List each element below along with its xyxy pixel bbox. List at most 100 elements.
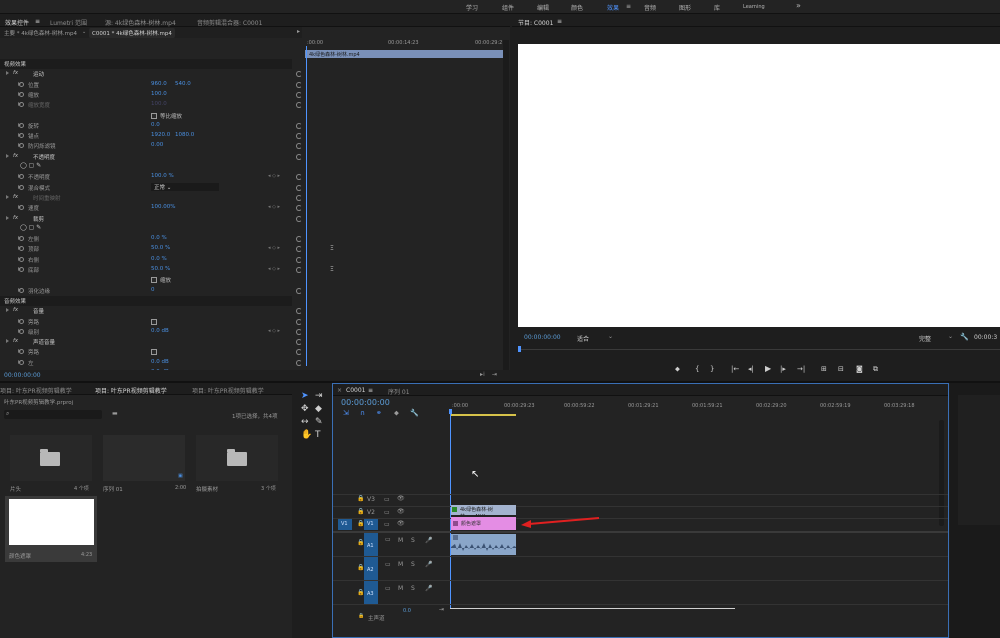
mark-in-icon[interactable]: { [695,365,699,373]
stopwatch-icon[interactable] [19,349,24,355]
reset-icon[interactable] [296,143,302,150]
eye-icon[interactable]: 👁 [397,520,405,527]
workspace-assembly[interactable]: 组件 [502,3,514,12]
snap-icon[interactable]: ∩ [360,409,365,417]
audio-clip[interactable] [451,534,516,555]
mask-tools-icon[interactable]: ◯ ▢ ✎ [20,224,41,231]
ec-property-row[interactable]: 顶部 50.0 % ◂ ◇ ▸ [0,244,302,254]
solo-button[interactable]: S [411,561,415,568]
new-bin-icon[interactable]: ▬ [112,410,118,417]
razor-tool-icon[interactable]: ◆ [315,404,322,414]
fx-toggle-icon[interactable]: fx [13,153,18,159]
track-target-audio[interactable]: A1 A2 A3 [364,533,378,604]
keyframe-nav-icon[interactable]: ◂ ◇ ▸ [268,328,280,334]
tab-project-3[interactable]: 项目: 叶东PR视频剪辑教学 [192,386,264,395]
ec-playhead[interactable] [306,46,307,366]
workspace-graphics[interactable]: 图形 [679,3,691,12]
ec-property-row[interactable]: fx 声道音量 [0,337,302,347]
reset-icon[interactable] [296,133,302,140]
track-target-v1[interactable]: V1 [364,519,378,530]
stopwatch-icon[interactable] [19,91,24,97]
reset-icon[interactable] [296,349,302,356]
ec-section-header[interactable]: 音频效果 [0,295,292,307]
bin-thumbnail-3[interactable] [196,435,278,481]
go-to-in-icon[interactable]: |← [731,365,739,373]
workspace-effects[interactable]: 效果 [607,3,619,12]
playhead-handle[interactable] [449,409,452,414]
tab-project-2[interactable]: 项目: 叶东PR视频剪辑教学 [95,386,167,395]
reset-icon[interactable] [296,91,302,98]
keyframe-nav-icon[interactable]: ◂ ◇ ▸ [268,204,280,210]
reset-icon[interactable] [296,205,302,212]
lock-icon[interactable]: 🔒 [357,589,364,596]
voice-over-icon[interactable]: 🎤 [425,585,432,592]
timeline-scrollbar[interactable] [939,420,944,526]
step-back-icon[interactable]: ◂| [748,365,754,373]
ec-property-value[interactable]: 0 [151,287,155,293]
fx-toggle-icon[interactable]: fx [13,70,18,76]
ec-property-value[interactable]: 0.0 [151,122,160,128]
ec-property-row[interactable]: 旋转 0.0 [0,121,302,131]
add-marker-icon[interactable]: ⬥ [394,409,399,418]
panel-menu-icon[interactable]: ≡ [35,18,40,25]
ec-export-icon[interactable]: ⇥ [492,371,497,378]
tab-audio-mixer[interactable]: 音频剪辑混合器: C0001 [197,18,262,27]
reset-icon[interactable] [296,359,302,366]
track-label-v3[interactable]: V3 [367,496,375,503]
slip-tool-icon[interactable]: ↔ [301,417,309,427]
chevron-down-icon[interactable]: ⌄ [82,29,86,35]
reset-icon[interactable] [296,81,302,88]
workspace-color[interactable]: 颜色 [571,3,583,12]
ec-property-value[interactable]: 0.0 dB [151,328,169,334]
lock-icon[interactable]: 🔒 [357,495,364,502]
ec-property-row[interactable]: 锚点 1920.0 1080.0 [0,131,302,141]
nest-icon[interactable]: ⇲ [343,409,349,417]
chevron-right-icon[interactable] [6,194,9,199]
ec-property-value[interactable]: 0.00 [151,142,163,148]
stopwatch-icon[interactable] [19,236,24,242]
hand-tool-icon[interactable]: ✋ [301,430,312,440]
work-area-bar[interactable] [450,414,516,416]
lock-icon[interactable]: 🔒 [357,539,364,546]
play-only-clip-icon[interactable]: ▸ [297,28,300,35]
project-search-input[interactable]: ⌕ [4,410,102,419]
reset-icon[interactable] [296,153,302,160]
lock-icon[interactable]: 🔒 [358,613,364,619]
ec-property-row[interactable]: 左侧 0.0 % [0,234,302,244]
source-patch-v1[interactable]: V1 [338,519,352,530]
fx-toggle-icon[interactable]: fx [13,215,18,221]
ec-property-value[interactable]: 50.0 % [151,245,170,251]
ec-property-row[interactable]: fx 音量 [0,306,302,316]
ec-property-value[interactable]: 1920.0 [151,132,170,138]
ec-property-value[interactable]: 100.0 % [151,173,174,179]
comparison-view-icon[interactable]: ⧉ [873,365,878,374]
workspace-more-icon[interactable]: » [796,1,801,10]
reset-icon[interactable] [296,339,302,346]
sync-lock-icon[interactable]: ▭ [385,561,391,568]
go-to-out-icon[interactable]: →| [797,365,805,373]
master-volume[interactable]: 0.0 [403,608,411,614]
workspace-menu-icon[interactable]: ≡ [626,3,631,10]
reset-icon[interactable] [296,184,302,191]
lock-icon[interactable]: 🔒 [357,564,364,571]
ec-section-header[interactable]: 视频效果 [0,59,292,70]
reset-icon[interactable] [296,174,302,181]
export-frame-icon[interactable]: ◙ [856,365,863,373]
checkbox[interactable] [151,112,157,119]
ec-property-value[interactable]: 100.00% [151,204,175,210]
keyframe-nav-icon[interactable]: ◂ ◇ ▸ [268,266,280,272]
reset-icon[interactable] [296,267,302,273]
linked-selection-icon[interactable]: ⚭ [376,409,382,417]
bin-thumbnail-1[interactable] [10,435,92,481]
keyframe-marker-icon[interactable]: Ξ [330,266,334,273]
step-forward-icon[interactable]: |▸ [780,365,786,373]
chevron-right-icon[interactable] [6,339,9,344]
bypass-checkbox[interactable] [151,349,157,356]
workspace-editing[interactable]: 编辑 [537,3,549,12]
chevron-down-icon[interactable]: ⌄ [608,333,613,340]
solo-button[interactable]: S [411,537,415,544]
eye-icon[interactable]: 👁 [397,508,405,515]
reset-icon[interactable] [296,215,302,222]
mute-button[interactable]: M [398,585,403,592]
sync-lock-icon[interactable]: ▭ [384,496,390,503]
